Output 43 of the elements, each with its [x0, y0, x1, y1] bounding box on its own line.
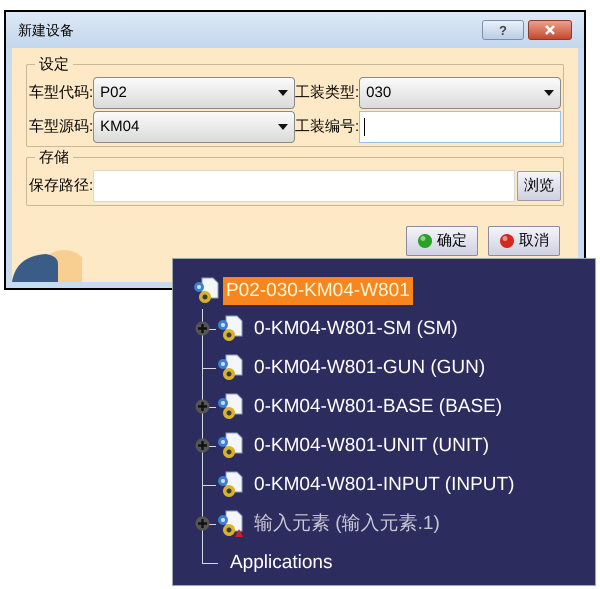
document-gear-icon [215, 392, 245, 422]
document-gear-icon [215, 430, 245, 460]
cancel-button[interactable]: 取消 [488, 226, 560, 256]
tree-item[interactable]: 0-KM04-W801-SM (SM) [251, 314, 461, 342]
field-label: 工装编号: [295, 116, 360, 137]
expand-icon[interactable] [195, 399, 210, 414]
tree-item[interactable]: 0-KM04-W801-GUN (GUN) [251, 354, 488, 382]
dropdown[interactable]: 030 [359, 77, 561, 109]
dropdown[interactable]: P02 [93, 77, 295, 109]
tree-item[interactable]: 0-KM04-W801-INPUT (INPUT) [251, 470, 518, 498]
dropdown-value: 030 [366, 82, 392, 103]
caret-icon [278, 90, 288, 96]
tree-item[interactable]: Applications [227, 548, 336, 576]
path-field[interactable] [93, 170, 515, 202]
browse-button[interactable]: 浏览 [517, 171, 561, 201]
field-label: 工装类型: [295, 82, 360, 103]
field-label: 车型代码: [29, 82, 94, 103]
expand-icon[interactable] [195, 438, 210, 453]
document-gear-icon [191, 276, 221, 306]
document-gear-alert-icon [215, 508, 245, 538]
dropdown-value: P02 [100, 82, 128, 103]
cancel-icon [499, 233, 515, 249]
dropdown-value: KM04 [100, 116, 140, 137]
ok-icon [417, 233, 433, 249]
ok-button[interactable]: 确定 [406, 226, 478, 256]
expand-icon[interactable] [195, 516, 210, 531]
close-icon [544, 24, 556, 36]
caret-icon [544, 90, 554, 96]
help-button[interactable]: ? [482, 20, 524, 40]
close-button[interactable] [528, 20, 572, 40]
dropdown[interactable]: KM04 [93, 111, 295, 143]
expand-icon[interactable] [195, 321, 210, 336]
document-gear-icon [215, 314, 245, 344]
document-gear-icon [215, 470, 245, 500]
field-label: 保存路径: [29, 176, 94, 196]
field-label: 车型源码: [29, 116, 94, 137]
tree-item[interactable]: 0-KM04-W801-UNIT (UNIT) [251, 432, 492, 460]
window-title: 新建设备 [18, 20, 74, 40]
input-field[interactable] [359, 111, 561, 143]
tree-item[interactable]: 输入元素 (输入元素.1) [251, 510, 443, 538]
tree-item[interactable]: 0-KM04-W801-BASE (BASE) [251, 392, 506, 420]
caret-icon [278, 124, 288, 130]
document-gear-icon [215, 352, 245, 382]
